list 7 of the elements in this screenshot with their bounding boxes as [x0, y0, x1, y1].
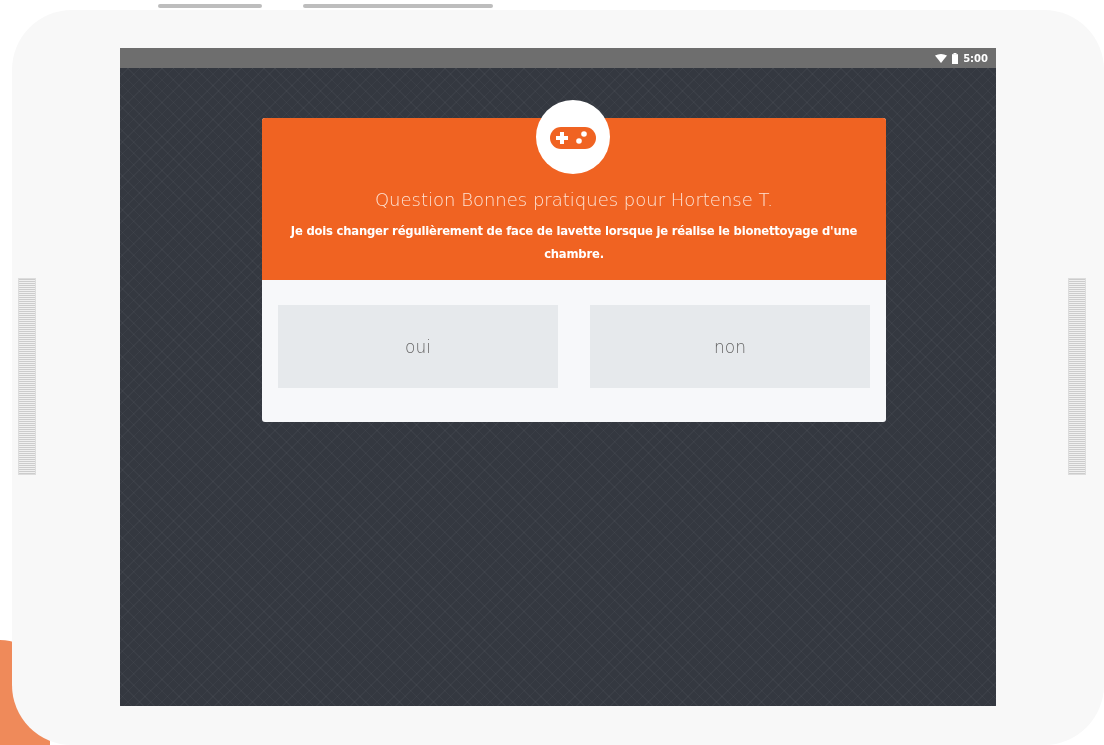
answer-button[interactable]: oui — [278, 305, 558, 388]
answer-button[interactable]: non — [590, 305, 870, 388]
dialog-title: Question Bonnes pratiques pour Hortense T. — [374, 188, 774, 212]
wifi-icon — [935, 53, 948, 63]
battery-icon — [952, 52, 959, 64]
question-text: Je dois changer régulièrement de face de lavette lorsque je réalise le bionettoyage d'une chambre. — [289, 223, 859, 263]
status-time: 5:00 — [963, 52, 988, 64]
